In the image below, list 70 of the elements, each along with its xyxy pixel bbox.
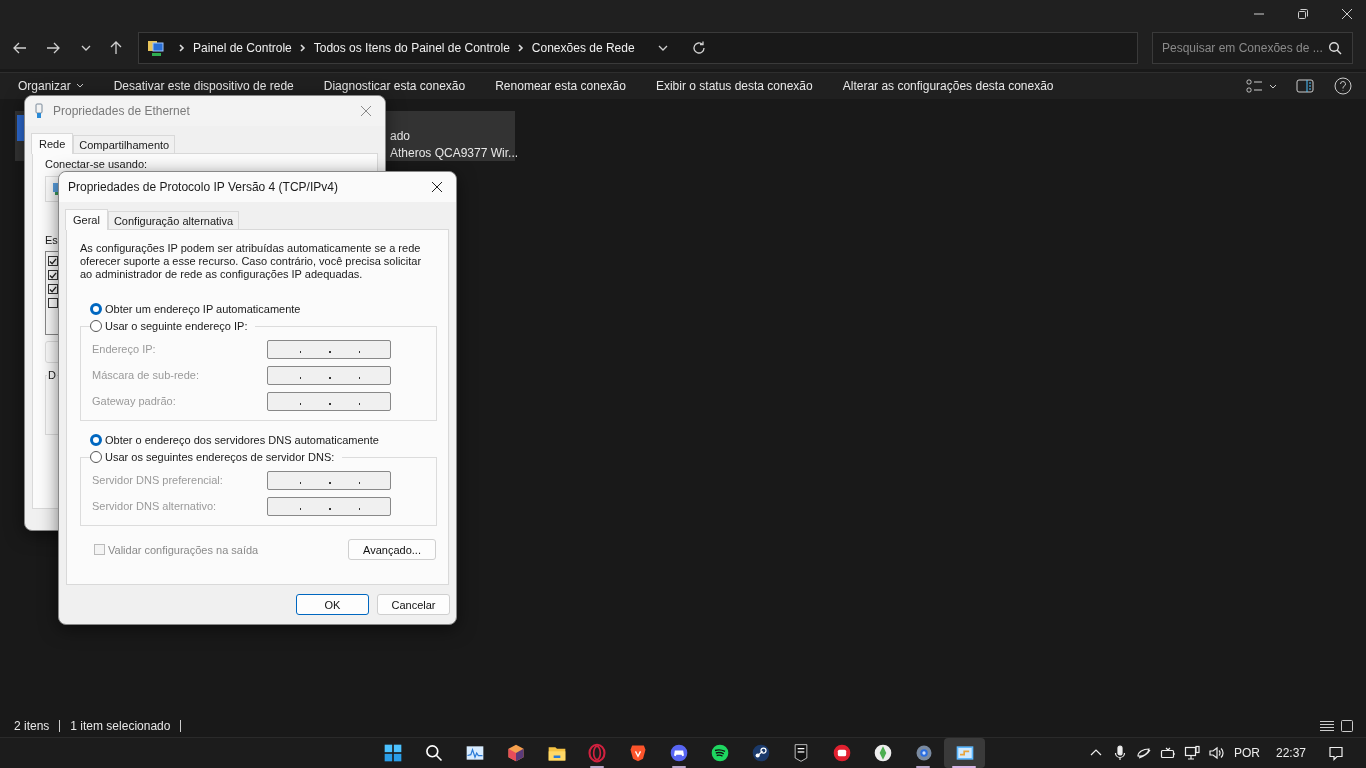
- breadcrumb[interactable]: Painel de Controle: [193, 41, 292, 55]
- battery-icon[interactable]: [1159, 745, 1176, 761]
- advanced-button[interactable]: Avançado...: [348, 539, 436, 560]
- breadcrumb-separator-icon: [298, 44, 307, 52]
- tab[interactable]: Compartilhamento: [73, 135, 176, 153]
- view-options-icon[interactable]: [1246, 79, 1276, 93]
- restore-icon[interactable]: [1296, 6, 1310, 21]
- radio-icon[interactable]: [90, 303, 102, 315]
- radio-option[interactable]: Usar o seguinte endereço IP:: [90, 320, 248, 332]
- help-icon[interactable]: [1334, 77, 1352, 95]
- field-label: Es: [45, 234, 58, 246]
- up-icon[interactable]: [108, 40, 124, 56]
- tab[interactable]: Rede: [31, 133, 74, 154]
- status-text: 2 itens: [14, 718, 50, 733]
- command-button[interactable]: Alterar as configurações desta conexão: [832, 77, 1064, 95]
- command-button[interactable]: Diagnosticar esta conexão: [313, 77, 476, 95]
- field-label: Conectar-se usando:: [45, 158, 148, 170]
- notification-icon[interactable]: [1328, 745, 1344, 761]
- ethernet-icon: [34, 103, 44, 119]
- back-icon[interactable]: [12, 40, 28, 56]
- network-icon[interactable]: [1183, 745, 1200, 761]
- details-pane-icon[interactable]: [1296, 79, 1314, 93]
- field-label: Gateway padrão:: [92, 395, 177, 407]
- search-icon: [1328, 41, 1342, 55]
- forward-icon[interactable]: [45, 40, 61, 56]
- radio-option[interactable]: Usar os seguintes endereços de servidor DNS:: [90, 451, 335, 463]
- tiles-view-icon[interactable]: [1340, 718, 1354, 733]
- breadcrumb[interactable]: Conexões de Rede: [531, 41, 635, 55]
- cancel-button[interactable]: Cancelar: [377, 594, 450, 615]
- dialog-title: Propriedades de Ethernet: [53, 104, 190, 118]
- breadcrumb-separator-icon: [178, 44, 186, 52]
- address-bar[interactable]: Painel de Controle Todos os Itens do Painel de Controle Conexões de Rede: [138, 32, 1138, 64]
- chevron-down-icon: [75, 83, 84, 89]
- description-text: As configurações IP podem ser atribuídas automaticamente se a rede oferecer suporte a esse recurso. Caso contrário, você precisa solicitar ao administrador de rede as configurações IP adequadas.: [80, 242, 423, 281]
- tab[interactable]: Geral: [65, 209, 108, 230]
- volume-icon[interactable]: [1207, 745, 1224, 761]
- breadcrumb[interactable]: Todos os Itens do Painel de Controle: [313, 41, 510, 55]
- close-icon[interactable]: [431, 181, 443, 193]
- leaf-icon[interactable]: [1135, 745, 1152, 761]
- network-folder-icon: [147, 39, 165, 57]
- tab[interactable]: Configuração alternativa: [107, 211, 240, 229]
- radio-icon[interactable]: [90, 451, 102, 463]
- field-label: Servidor DNS alternativo:: [92, 500, 218, 512]
- checkbox[interactable]: [48, 298, 58, 308]
- clock[interactable]: 22:37: [1275, 746, 1306, 760]
- command-button[interactable]: Renomear esta conexão: [485, 77, 636, 95]
- details-view-icon[interactable]: [1320, 719, 1334, 732]
- breadcrumb-separator-icon: [516, 44, 525, 52]
- command-button[interactable]: Exibir o status desta conexão: [645, 77, 823, 95]
- language-indicator[interactable]: POR: [1233, 746, 1260, 760]
- file-detail: ado: [390, 129, 412, 143]
- radio-icon[interactable]: [90, 434, 102, 446]
- field-label: Máscara de sub-rede:: [92, 369, 200, 381]
- command-button[interactable]: Desativar este dispositivo de rede: [103, 77, 304, 95]
- network-panel-icon[interactable]: [944, 738, 985, 768]
- radio-option[interactable]: Obter o endereço dos servidores DNS automaticamente: [90, 434, 437, 446]
- field-label: Servidor DNS preferencial:: [92, 474, 224, 486]
- refresh-icon[interactable]: [690, 40, 707, 56]
- status-text: 1 item selecionado: [70, 718, 171, 733]
- close-icon[interactable]: [1340, 6, 1354, 21]
- file-detail: Atheros QCA9377 Wir...: [390, 146, 519, 160]
- ok-button[interactable]: OK: [296, 594, 369, 615]
- search-box[interactable]: Pesquisar em Conexões de ...: [1152, 32, 1353, 64]
- radio-option[interactable]: Obter um endereço IP automaticamente: [90, 303, 437, 315]
- search-field[interactable]: Pesquisar em Conexões de ...: [1160, 40, 1328, 56]
- group-label: D: [47, 369, 57, 381]
- command-button[interactable]: Organizar: [8, 77, 94, 95]
- field-label: Endereço IP:: [92, 343, 157, 355]
- dialog-title: Propriedades de Protocolo IP Versão 4 (TCP/IPv4): [68, 180, 338, 194]
- radio-icon[interactable]: [90, 320, 102, 332]
